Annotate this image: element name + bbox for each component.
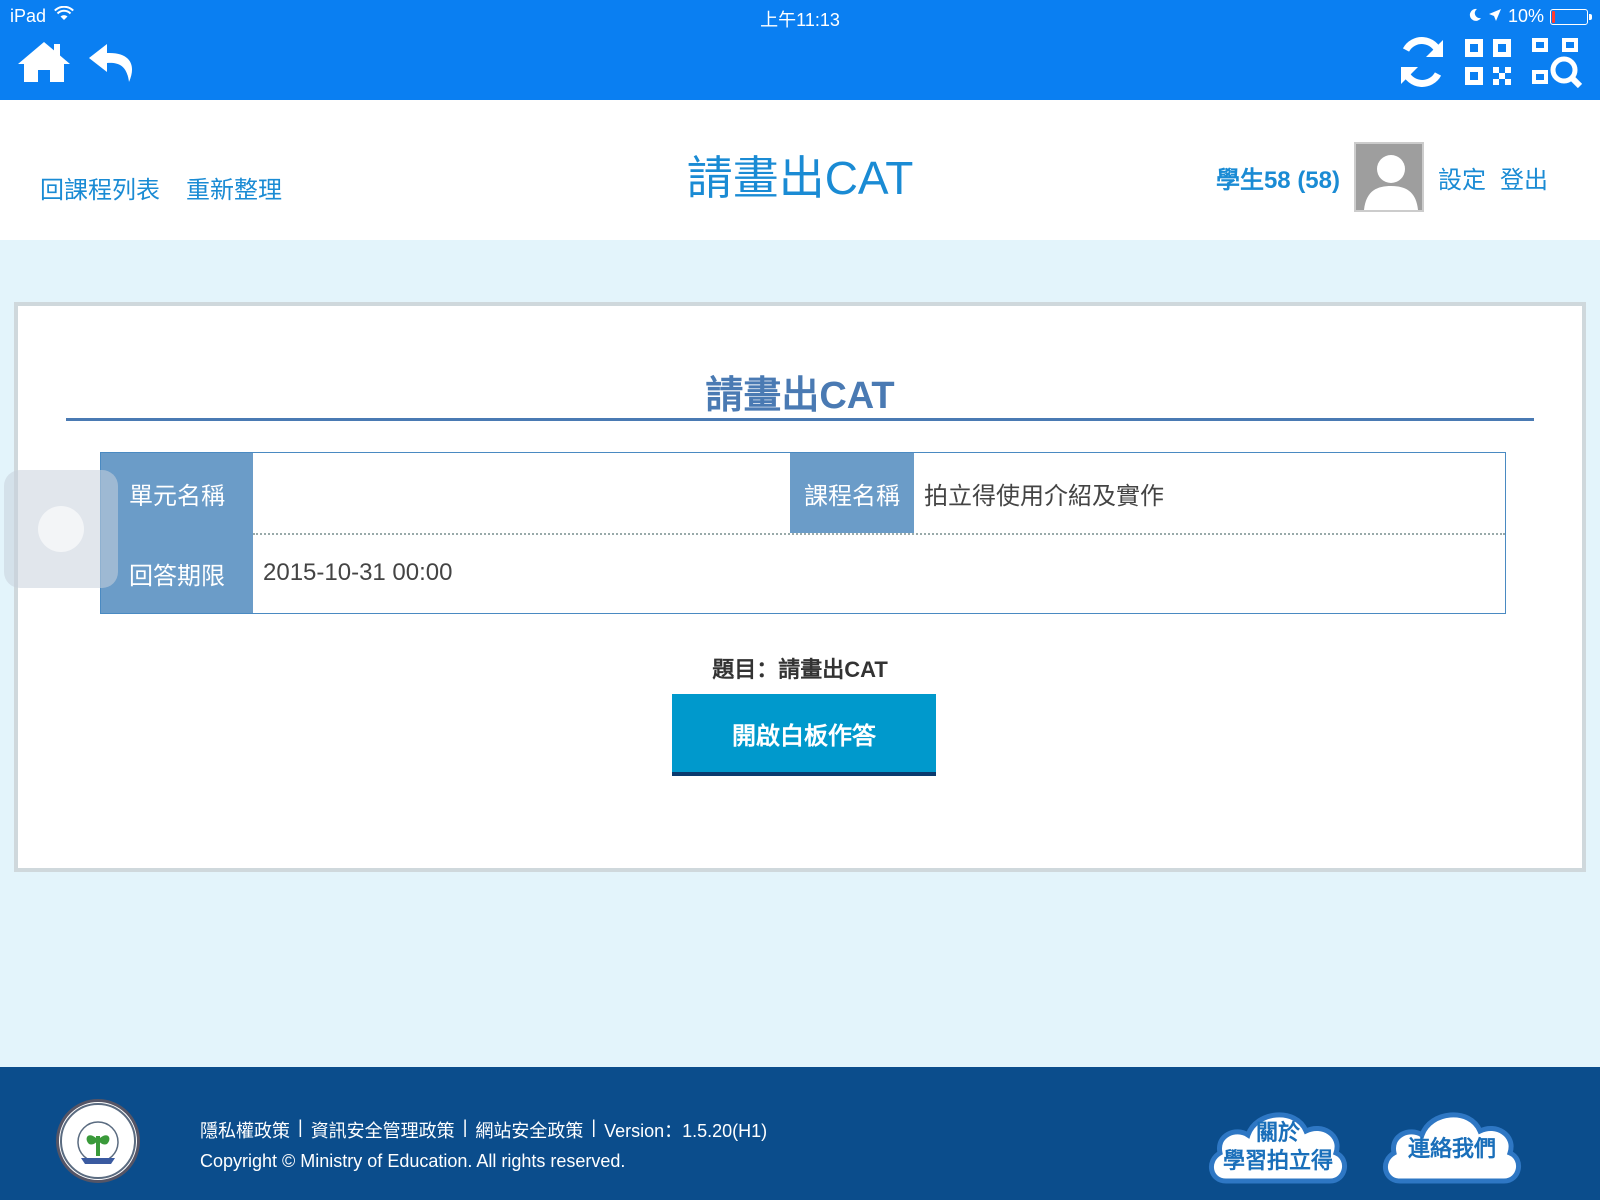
- version-text: Version：1.5.20(H1): [604, 1121, 768, 1141]
- page-header: 回課程列表 重新整理 請畫出CAT 學生58 (58) 設定 登出: [0, 100, 1600, 240]
- back-button[interactable]: [82, 36, 142, 92]
- contact-label: 連絡我們: [1407, 1136, 1496, 1161]
- page-footer: 隱私權政策 | 資訊安全管理政策 | 網站安全政策 | Version：1.5.…: [0, 1067, 1600, 1200]
- title-divider: [66, 418, 1534, 421]
- card-title: 請畫出CAT: [705, 375, 895, 417]
- contact-button[interactable]: 連絡我們: [1378, 1095, 1526, 1185]
- question-text: 題目：請畫出CAT: [712, 657, 888, 682]
- link-separator: |: [462, 1117, 468, 1137]
- about-button[interactable]: 關於 學習拍立得: [1204, 1095, 1352, 1185]
- unit-name-value: [253, 453, 790, 533]
- top-toolbar: iPad 上午11:13 10%: [0, 0, 1600, 100]
- student-name: 學生58 (58): [1215, 166, 1340, 194]
- deadline-label: 回答期限: [101, 533, 253, 613]
- home-icon: [16, 38, 72, 91]
- status-time: 上午11:13: [760, 10, 840, 30]
- link-separator: |: [591, 1117, 597, 1137]
- footer-links: 隱私權政策 | 資訊安全管理政策 | 網站安全政策 | Version：1.5.…: [200, 1117, 767, 1143]
- about-label-line1: 關於: [1255, 1120, 1300, 1145]
- ministry-seal-logo: [56, 1099, 140, 1183]
- assignment-card: 請畫出CAT 單元名稱 課程名稱 拍立得使用介紹及實作 回答期限 2015-10…: [14, 302, 1586, 872]
- copyright-text: Copyright © Ministry of Education. All r…: [200, 1151, 626, 1171]
- site-security-link[interactable]: 網站安全政策: [475, 1117, 583, 1143]
- assistive-touch-dot: [38, 506, 84, 552]
- qr-code-button[interactable]: [1458, 36, 1518, 92]
- home-button[interactable]: [14, 36, 74, 92]
- moon-icon: [1468, 6, 1482, 27]
- open-whiteboard-button[interactable]: 開啟白板作答: [672, 694, 936, 776]
- qr-scan-button[interactable]: [1526, 36, 1586, 92]
- settings-link[interactable]: 設定: [1438, 160, 1486, 195]
- avatar[interactable]: [1354, 142, 1424, 212]
- location-arrow-icon: [1488, 6, 1502, 27]
- course-name-label: 課程名稱: [790, 453, 914, 533]
- assistive-touch-button[interactable]: [4, 470, 118, 588]
- security-management-link[interactable]: 資訊安全管理政策: [311, 1117, 455, 1143]
- logout-link[interactable]: 登出: [1500, 160, 1548, 195]
- battery-percent: 10%: [1507, 6, 1544, 26]
- status-bar: iPad 上午11:13 10%: [0, 0, 1600, 32]
- course-name-value: 拍立得使用介紹及實作: [924, 482, 1164, 510]
- qr-code-icon: [1463, 37, 1513, 92]
- refresh-icon: [1395, 35, 1449, 94]
- about-label-line2: 學習拍立得: [1222, 1148, 1333, 1173]
- link-separator: |: [298, 1117, 303, 1137]
- info-table: 單元名稱 課程名稱 拍立得使用介紹及實作 回答期限 2015-10-31 00:…: [100, 452, 1506, 614]
- privacy-policy-link[interactable]: 隱私權政策: [200, 1117, 290, 1143]
- back-icon: [85, 38, 139, 91]
- qr-scan-icon: [1530, 36, 1583, 93]
- unit-name-label: 單元名稱: [101, 453, 253, 533]
- deadline-value: 2015-10-31 00:00: [263, 559, 453, 586]
- refresh-button[interactable]: [1392, 36, 1452, 92]
- battery-icon: [1550, 8, 1592, 25]
